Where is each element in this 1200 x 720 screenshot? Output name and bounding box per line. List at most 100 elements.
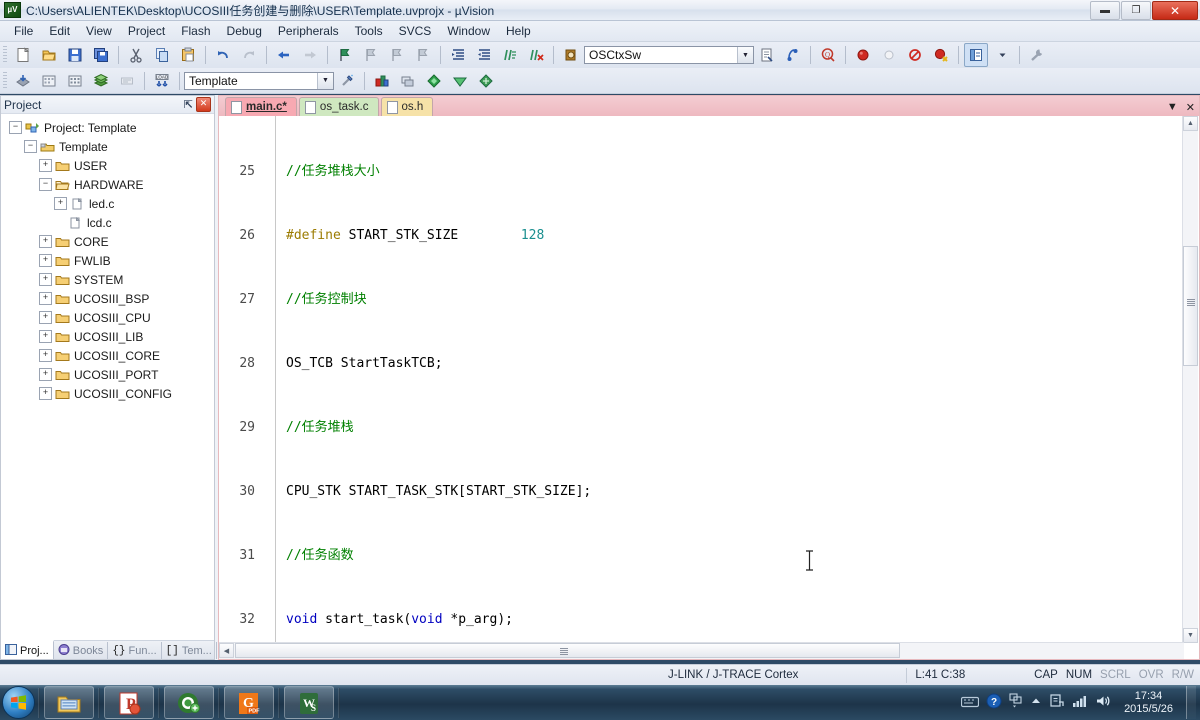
source-browse-icon[interactable] [448,69,472,93]
toolbar-grip[interactable] [3,46,7,64]
tree-item-hardware[interactable]: − HARDWARE [5,175,214,194]
chevron-up-icon[interactable] [1030,695,1042,710]
find-in-files-icon[interactable] [559,43,583,67]
search-field[interactable]: OSCtxSw ▼ [584,46,754,64]
show-hidden-icons-icon[interactable] [1009,693,1023,712]
copy-icon[interactable] [150,43,174,67]
windows-start-icon[interactable] [2,686,35,719]
multi-project-icon[interactable] [396,69,420,93]
manage-windows-icon[interactable] [964,43,988,67]
expander-icon[interactable]: − [24,140,37,153]
tree-item-project[interactable]: − Project: Template [5,118,214,137]
close-icon[interactable]: ✕ [1186,101,1195,114]
expander-icon[interactable]: + [54,197,67,210]
taskbar-wps-icon[interactable]: WS [284,686,334,719]
code-area[interactable]: 25//任务堆栈大小 26 #define START_STK_SIZE 128 … [219,116,1199,643]
editor-vertical-scrollbar[interactable]: ▲ ▼ [1182,116,1198,643]
maximize-button[interactable]: ❐ [1121,1,1151,20]
bookmark-next-icon[interactable] [385,43,409,67]
menu-flash[interactable]: Flash [173,22,218,40]
insert-breakpoint-icon[interactable] [851,43,875,67]
disable-breakpoint-icon[interactable] [877,43,901,67]
menu-edit[interactable]: Edit [41,22,78,40]
tree-item-ucosiii-bsp[interactable]: + UCOSIII_BSP [5,289,214,308]
undo-icon[interactable] [211,43,235,67]
browse-symbols-icon[interactable]: Q [816,43,840,67]
tree-item-led-c[interactable]: + led.c [5,194,214,213]
menu-svcs[interactable]: SVCS [391,22,440,40]
menu-view[interactable]: View [78,22,120,40]
redo-icon[interactable] [237,43,261,67]
paste-icon[interactable] [176,43,200,67]
close-button[interactable]: ✕ [1152,1,1198,20]
taskbar-clock[interactable]: 17:34 2015/5/26 [1118,690,1179,716]
tree-item-system[interactable]: + SYSTEM [5,270,214,289]
keyboard-icon[interactable] [960,694,980,711]
chevron-down-icon[interactable]: ▼ [1167,101,1178,114]
pane-tab-templates[interactable]: [] Tem... [162,642,217,659]
menu-window[interactable]: Window [439,22,498,40]
bookmark-toggle-icon[interactable] [333,43,357,67]
new-file-icon[interactable] [11,43,35,67]
expander-icon[interactable]: + [39,273,52,286]
tree-item-ucosiii-config[interactable]: + UCOSIII_CONFIG [5,384,214,403]
expander-icon[interactable]: + [39,311,52,324]
menu-project[interactable]: Project [120,22,173,40]
taskbar-360-browser-icon[interactable] [164,686,214,719]
download-to-flash-icon[interactable]: LOAD [150,69,174,93]
find-next-icon[interactable] [781,43,805,67]
save-all-icon[interactable] [89,43,113,67]
menu-tools[interactable]: Tools [347,22,391,40]
expander-icon[interactable]: + [39,330,52,343]
manage-windows-dropdown-icon[interactable] [990,43,1014,67]
tree-item-fwlib[interactable]: + FWLIB [5,251,214,270]
navigate-forward-icon[interactable] [298,43,322,67]
tree-item-core[interactable]: + CORE [5,232,214,251]
expander-icon[interactable]: + [39,292,52,305]
toolbar-grip[interactable] [3,71,7,90]
expander-icon[interactable]: − [9,121,22,134]
tree-item-lcd-c[interactable]: lcd.c [5,213,214,232]
pane-tab-books[interactable]: Books [54,642,109,659]
network-icon[interactable] [1072,694,1088,711]
tree-item-ucosiii-core[interactable]: + UCOSIII_CORE [5,346,214,365]
vertical-scroll-thumb[interactable] [1183,246,1198,366]
build-icon[interactable] [37,69,61,93]
scroll-down-icon[interactable]: ▼ [1183,628,1198,643]
indent-icon[interactable] [446,43,470,67]
expander-icon[interactable]: + [39,254,52,267]
translate-icon[interactable] [11,69,35,93]
target-options-icon[interactable] [422,69,446,93]
open-file-icon[interactable] [37,43,61,67]
target-selector[interactable]: Template ▼ [184,71,334,90]
expander-icon[interactable]: + [39,235,52,248]
disable-all-breakpoints-icon[interactable] [929,43,953,67]
close-icon[interactable]: ✕ [196,97,211,112]
uncomment-icon[interactable] [524,43,548,67]
expander-icon[interactable]: + [39,387,52,400]
help-icon[interactable]: ? [986,693,1002,712]
tree-item-ucosiii-lib[interactable]: + UCOSIII_LIB [5,327,214,346]
show-desktop-button[interactable] [1186,686,1196,719]
expander-icon[interactable]: + [39,368,52,381]
minimize-button[interactable]: ▬ [1090,1,1120,20]
bookmark-prev-icon[interactable] [359,43,383,67]
horizontal-scroll-thumb[interactable] [235,643,900,658]
editor-tab-os-task-c[interactable]: os_task.c [298,97,379,116]
bookmark-clear-icon[interactable] [411,43,435,67]
manage-project-items-icon[interactable] [370,69,394,93]
scroll-up-icon[interactable]: ▲ [1183,116,1198,131]
expander-icon[interactable]: + [39,159,52,172]
pane-tab-functions[interactable]: {} Fun... [108,642,162,659]
tree-item-ucosiii-cpu[interactable]: + UCOSIII_CPU [5,308,214,327]
pack-installer-icon[interactable] [474,69,498,93]
configure-icon[interactable] [1025,43,1049,67]
comment-icon[interactable] [498,43,522,67]
expander-icon[interactable]: − [39,178,52,191]
chevron-down-icon[interactable]: ▼ [317,72,333,89]
cut-icon[interactable] [124,43,148,67]
volume-icon[interactable] [1095,694,1111,711]
batch-build-icon[interactable] [89,69,113,93]
tree-item-target[interactable]: − Template [5,137,214,156]
editor-tab-os-h[interactable]: os.h [380,97,434,116]
